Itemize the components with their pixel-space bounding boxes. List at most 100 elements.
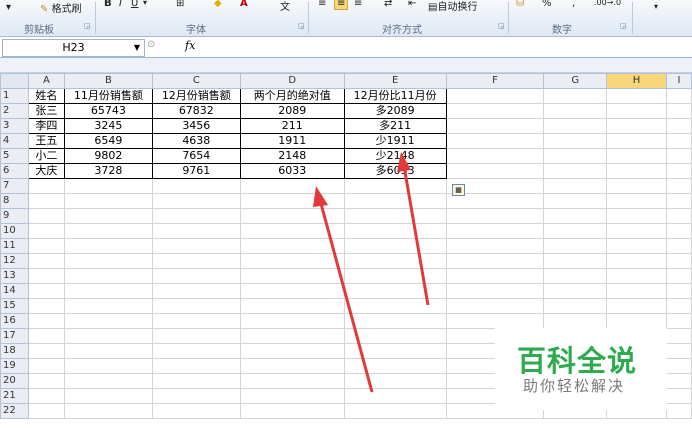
cell[interactable] (239, 403, 345, 419)
row-header[interactable]: 15 (0, 298, 29, 314)
data-cell[interactable]: 张三 (27, 103, 65, 119)
cell[interactable] (151, 223, 241, 239)
cell[interactable] (343, 193, 447, 209)
row-header[interactable]: 2 (0, 103, 29, 119)
cell[interactable] (606, 148, 667, 164)
cell[interactable] (543, 298, 608, 314)
cell[interactable] (665, 238, 692, 254)
cell[interactable] (445, 238, 545, 254)
cell[interactable] (606, 268, 667, 284)
cell[interactable] (343, 403, 447, 419)
cell[interactable] (606, 88, 667, 104)
italic-button[interactable]: I (119, 0, 122, 9)
data-cell[interactable]: 少2148 (343, 148, 447, 164)
cell[interactable] (445, 283, 545, 299)
cell[interactable] (63, 238, 153, 254)
header-cell[interactable]: 两个月的绝对值 (239, 88, 345, 104)
cell[interactable] (606, 103, 667, 119)
cell[interactable] (543, 103, 608, 119)
row-header[interactable]: 10 (0, 223, 29, 239)
cell[interactable] (27, 373, 65, 389)
column-header-d[interactable]: D (239, 73, 345, 89)
data-cell[interactable]: 67832 (151, 103, 241, 119)
comma-style-icon[interactable]: , (572, 0, 575, 9)
cell[interactable] (665, 88, 692, 104)
cell[interactable] (343, 283, 447, 299)
cell[interactable] (63, 193, 153, 209)
name-box[interactable]: H23 ▼ (2, 39, 145, 57)
cell[interactable] (63, 328, 153, 344)
cell[interactable] (543, 223, 608, 239)
cell[interactable] (445, 133, 545, 149)
cell[interactable] (151, 283, 241, 299)
cell[interactable] (27, 403, 65, 419)
cell[interactable] (606, 133, 667, 149)
border-icon[interactable]: ⊞ (176, 0, 184, 9)
header-cell[interactable]: 姓名 (27, 88, 65, 104)
cell[interactable] (665, 388, 692, 404)
cell[interactable] (343, 268, 447, 284)
header-cell[interactable]: 11月份销售额 (63, 88, 153, 104)
cell[interactable] (27, 223, 65, 239)
indent-icon[interactable]: ⇤ (408, 0, 416, 9)
cell[interactable] (63, 283, 153, 299)
cell[interactable] (543, 208, 608, 224)
font-launcher-icon[interactable]: ◲ (298, 22, 305, 30)
orientation-icon[interactable]: ⇄ (384, 0, 392, 9)
cell[interactable] (239, 178, 345, 194)
row-header[interactable]: 11 (0, 238, 29, 254)
cell[interactable] (543, 283, 608, 299)
insert-function-icon[interactable]: fx (185, 39, 195, 52)
data-cell[interactable]: 多6033 (343, 163, 447, 179)
accounting-format-icon[interactable]: ⛁ (516, 0, 524, 9)
row-header[interactable]: 7 (0, 178, 29, 194)
cell[interactable] (239, 238, 345, 254)
cell[interactable] (63, 208, 153, 224)
number-launcher-icon[interactable]: ◲ (620, 22, 627, 30)
cell[interactable] (239, 208, 345, 224)
row-header[interactable]: 4 (0, 133, 29, 149)
column-header-b[interactable]: B (63, 73, 153, 89)
row-header[interactable]: 18 (0, 343, 29, 359)
cell[interactable] (343, 343, 447, 359)
cell[interactable] (445, 223, 545, 239)
cell[interactable] (606, 223, 667, 239)
cell[interactable] (151, 238, 241, 254)
cell[interactable] (151, 268, 241, 284)
cell[interactable] (151, 343, 241, 359)
paste-options-icon[interactable]: ▦ (452, 184, 465, 196)
cell[interactable] (151, 388, 241, 404)
cell[interactable] (27, 388, 65, 404)
row-header[interactable]: 12 (0, 253, 29, 269)
cell[interactable] (63, 313, 153, 329)
cell[interactable] (606, 178, 667, 194)
cell[interactable] (27, 313, 65, 329)
cell[interactable] (665, 193, 692, 209)
cell[interactable] (606, 118, 667, 134)
cell[interactable] (151, 193, 241, 209)
cell[interactable] (27, 253, 65, 269)
row-header[interactable]: 22 (0, 403, 29, 419)
cell[interactable] (665, 118, 692, 134)
column-header-h[interactable]: H (606, 73, 667, 89)
cell[interactable] (27, 283, 65, 299)
cell[interactable] (665, 298, 692, 314)
cell[interactable] (343, 358, 447, 374)
cell[interactable] (239, 253, 345, 269)
increase-decimal-icon[interactable]: .00→.0 (594, 0, 621, 7)
data-cell[interactable]: 3456 (151, 118, 241, 134)
cell[interactable] (543, 133, 608, 149)
cell[interactable] (543, 148, 608, 164)
column-header-i[interactable]: I (665, 73, 692, 89)
cell[interactable] (151, 328, 241, 344)
cell[interactable] (445, 268, 545, 284)
data-cell[interactable]: 王五 (27, 133, 65, 149)
data-cell[interactable]: 4638 (151, 133, 241, 149)
cell[interactable] (239, 223, 345, 239)
cell[interactable] (63, 298, 153, 314)
data-cell[interactable]: 少1911 (343, 133, 447, 149)
alignment-launcher-icon[interactable]: ◲ (498, 22, 505, 30)
cell[interactable] (665, 178, 692, 194)
header-cell[interactable]: 12月份比11月份 (343, 88, 447, 104)
cell[interactable] (343, 298, 447, 314)
